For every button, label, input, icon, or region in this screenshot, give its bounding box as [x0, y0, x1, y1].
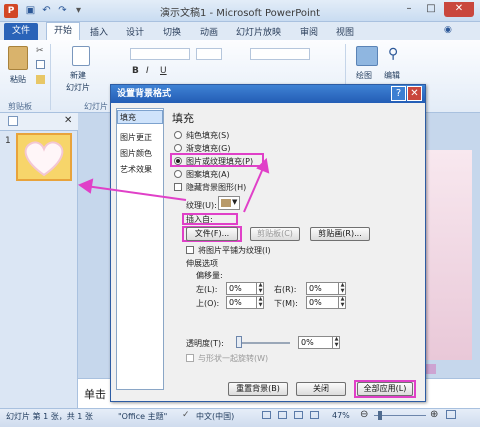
annotation-arrows: [77, 157, 270, 213]
arrow-to-picture-fill: [243, 165, 265, 213]
arrow-head-icon: [77, 178, 94, 194]
arrow-to-thumbnail: [85, 185, 187, 201]
